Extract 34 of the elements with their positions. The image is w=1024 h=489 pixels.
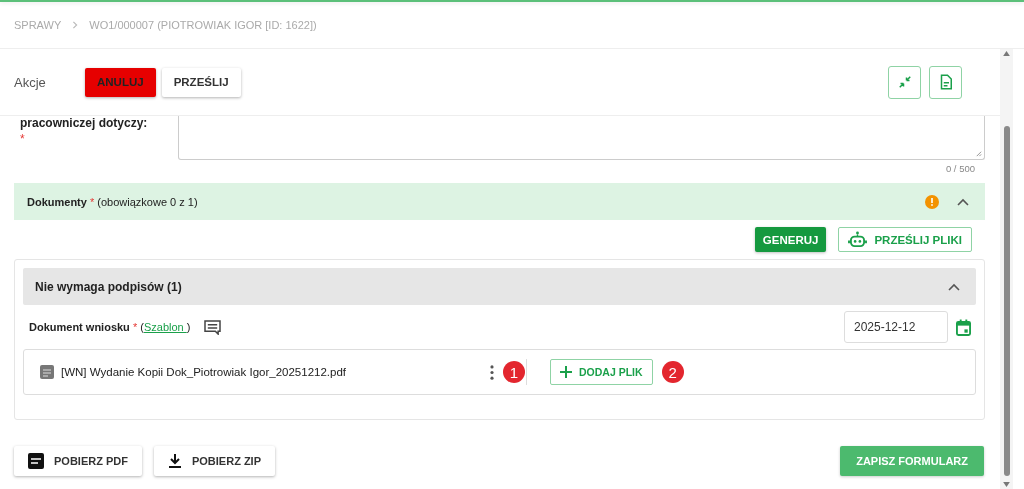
resize-handle-icon[interactable] [975, 150, 982, 157]
date-field[interactable]: 2025-12-12 [844, 311, 948, 343]
chevron-right-icon [71, 21, 80, 29]
pdf-icon [28, 453, 44, 469]
document-icon[interactable] [929, 65, 962, 99]
step-marker: 2 [661, 361, 684, 383]
breadcrumb-item: WO1/000007 (PIOTROWIAK IGOR [ID: 1622]) [89, 19, 317, 31]
generate-button[interactable]: GENERUJ [754, 227, 827, 252]
robot-icon [848, 231, 868, 248]
group-title: Nie wymaga podpisów (1) [35, 279, 182, 294]
pdf-file-icon [40, 365, 54, 379]
character-counter: 0 / 500 [945, 163, 975, 174]
document-label: Dokument wniosku * (Szablon ) [29, 321, 191, 333]
question-label: pracowniczej dotyczy: [20, 116, 149, 130]
scroll-up-icon[interactable] [1003, 51, 1010, 56]
download-pdf-button[interactable]: POBIERZ PDF [14, 446, 142, 476]
download-zip-button[interactable]: POBIERZ ZIP [153, 446, 275, 476]
required-mark: * [20, 132, 26, 146]
calendar-icon[interactable] [956, 318, 971, 336]
comment-icon[interactable] [204, 319, 222, 335]
download-icon [167, 453, 182, 469]
scroll-down-icon[interactable] [1003, 482, 1010, 487]
chevron-up-icon[interactable] [948, 282, 960, 291]
submit-button[interactable]: PRZEŚLIJ [161, 67, 241, 97]
actions-label: Akcje [14, 74, 47, 90]
step-marker: 1 [503, 361, 525, 383]
more-icon[interactable] [490, 364, 494, 380]
chevron-up-icon[interactable] [957, 197, 969, 206]
plus-icon [560, 366, 572, 378]
file-name[interactable]: [WN] Wydanie Kopii Dok_Piotrowiak Igor_20251212.pdf [61, 366, 346, 378]
scrollbar[interactable] [1000, 49, 1013, 489]
documents-title: Dokumenty * (obowiązkowe 0 z 1) [27, 195, 198, 208]
group-header[interactable]: Nie wymaga podpisów (1) [23, 268, 976, 305]
documents-header[interactable]: Dokumenty * (obowiązkowe 0 z 1) [14, 183, 985, 220]
